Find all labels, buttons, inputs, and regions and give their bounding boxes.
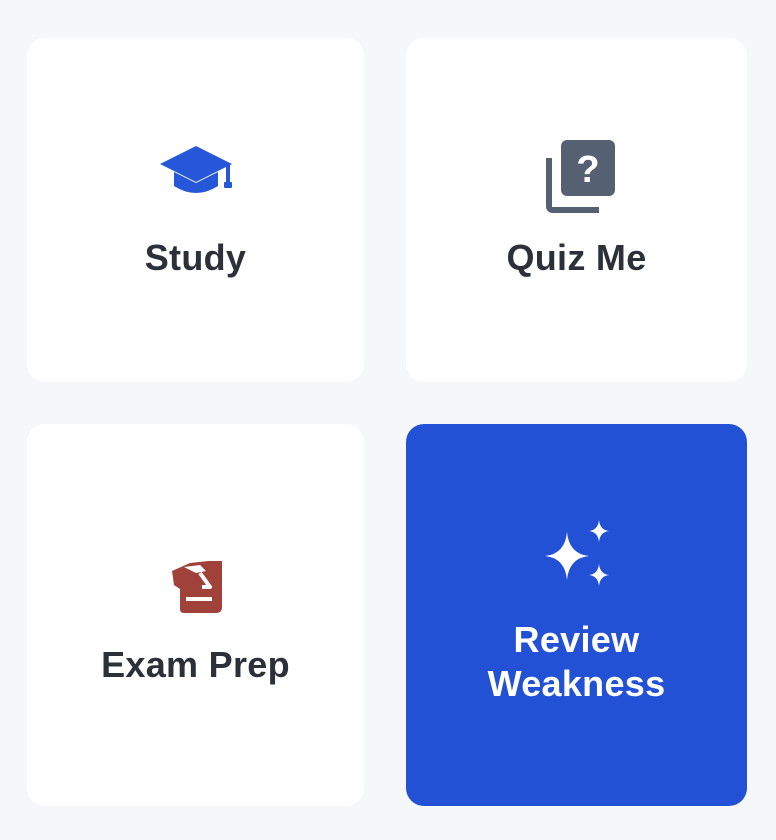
study-tile[interactable]: Study bbox=[27, 38, 364, 382]
quiz-me-tile[interactable]: ? Quiz Me bbox=[406, 38, 747, 382]
study-label: Study bbox=[144, 237, 247, 278]
quiz-me-label: Quiz Me bbox=[506, 237, 647, 278]
svg-text:?: ? bbox=[576, 149, 599, 191]
sparkles-icon bbox=[544, 520, 609, 586]
review-weakness-tile[interactable]: Review Weakness bbox=[406, 424, 747, 806]
exam-scroll-icon bbox=[171, 561, 222, 613]
exam-prep-tile[interactable]: Exam Prep bbox=[27, 424, 364, 806]
graduation-cap-icon bbox=[159, 146, 232, 193]
review-weakness-label: Review Weakness bbox=[487, 619, 666, 704]
mode-grid: Study ? Quiz Me Exam Prep Review Weaknes… bbox=[0, 0, 776, 840]
question-cards-icon: ? bbox=[545, 140, 615, 213]
exam-prep-label: Exam Prep bbox=[101, 644, 290, 685]
